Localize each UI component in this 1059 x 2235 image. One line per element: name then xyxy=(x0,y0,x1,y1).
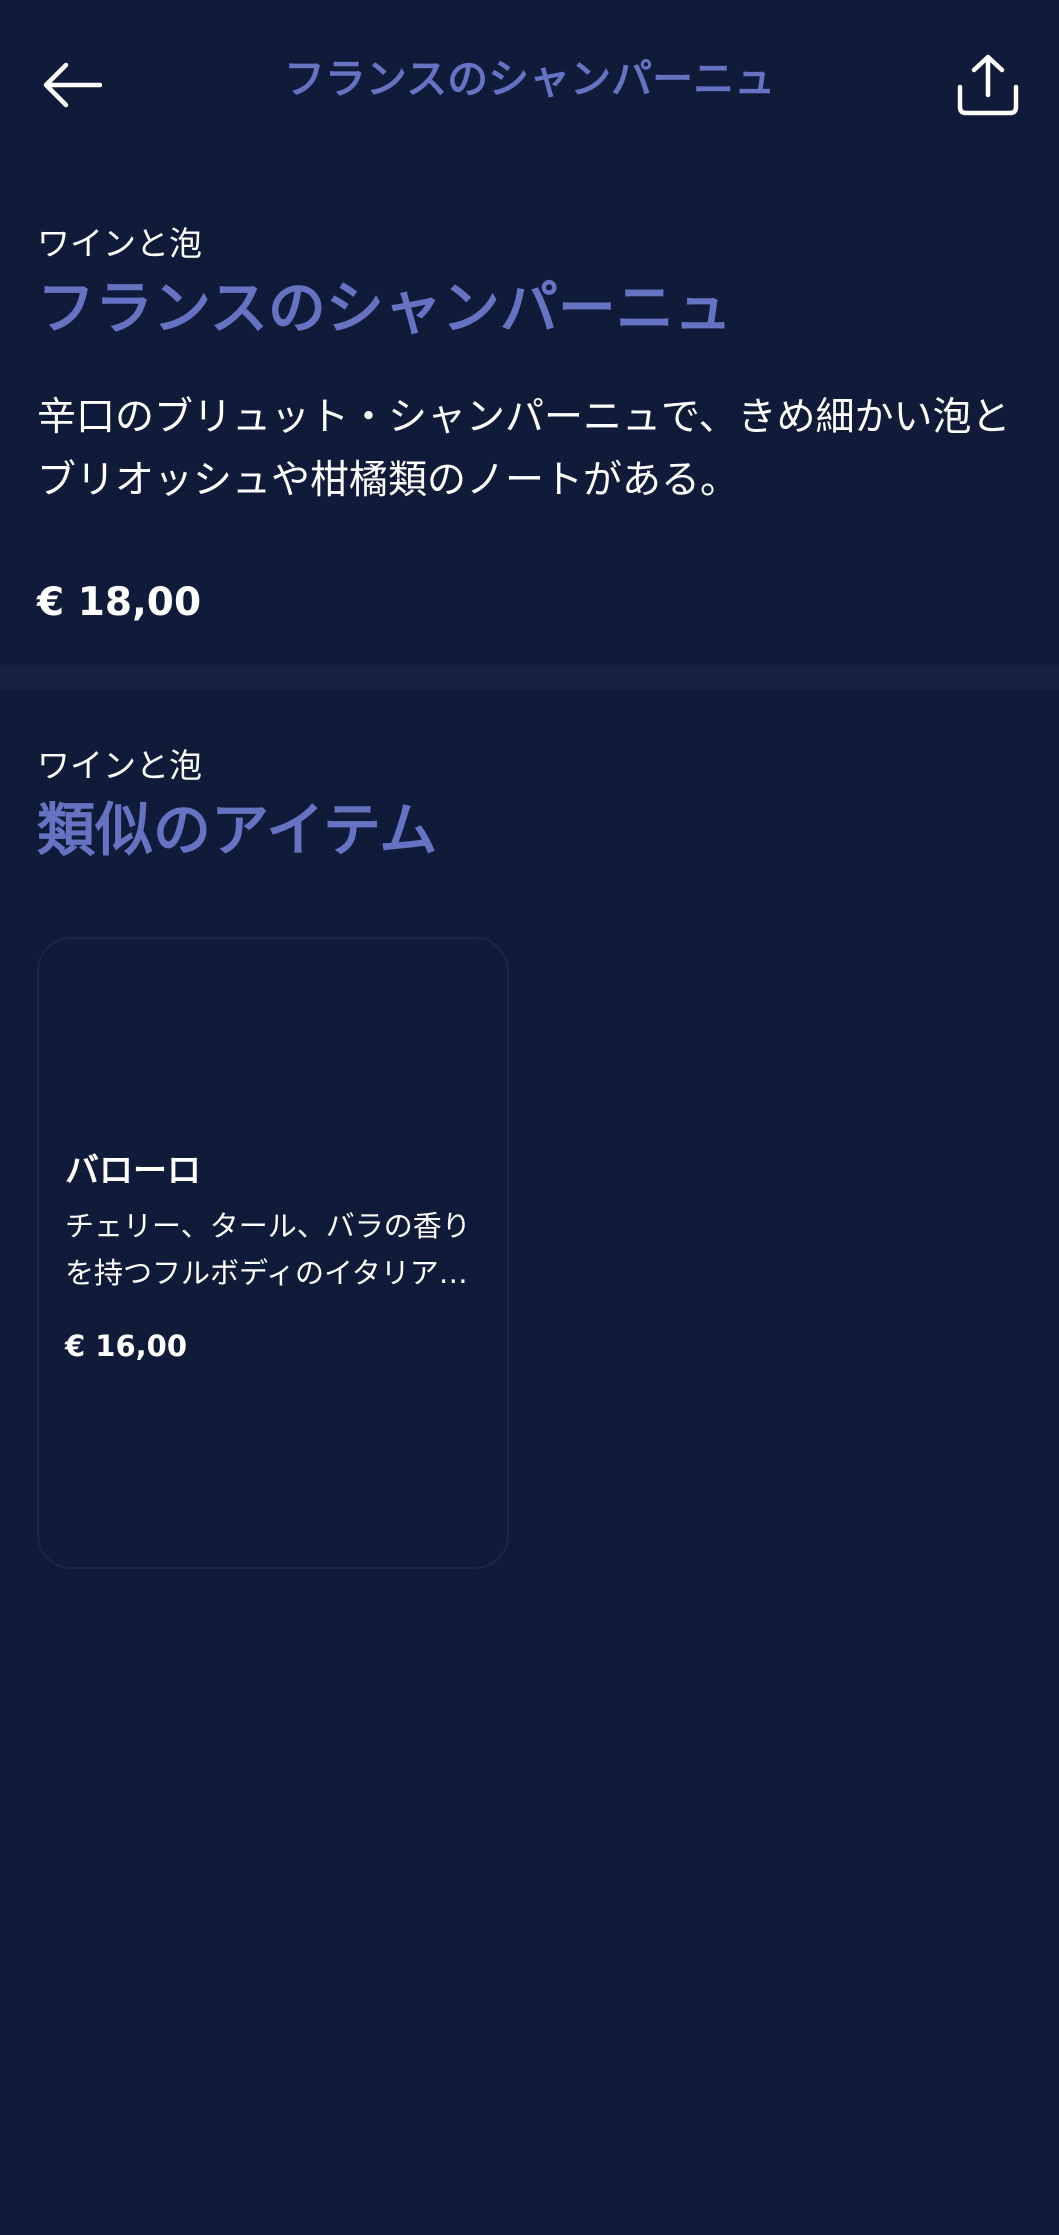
similar-category: ワインと泡 xyxy=(37,746,202,785)
product-title: フランスのシャンパーニュ xyxy=(37,274,732,342)
product-price: € 18,00 xyxy=(37,580,202,625)
nav-title: フランスのシャンパーニュ xyxy=(283,55,776,103)
share-button[interactable] xyxy=(948,45,1028,125)
top-navigation-bar: フランスのシャンパーニュ xyxy=(0,0,1059,165)
card-title: バローロ xyxy=(65,1151,201,1191)
similar-items-header: ワインと泡 類似のアイテム xyxy=(37,742,1022,870)
card-price: € 16,00 xyxy=(65,1329,188,1363)
section-divider xyxy=(0,665,1059,690)
similar-heading: 類似のアイテム xyxy=(37,796,438,864)
product-description: 辛口のブリュット・シャンパーニュで、きめ細かい泡とブリオッシュや柑橘類のノートが… xyxy=(37,395,1011,503)
share-icon xyxy=(957,54,1019,116)
similar-item-card[interactable]: バローロ チェリー、タール、バラの香りを持つフルボディのイタリア… € 16,0… xyxy=(37,937,509,1569)
product-category: ワインと泡 xyxy=(37,224,202,263)
arrow-left-icon xyxy=(43,62,102,108)
card-content: バローロ チェリー、タール、バラの香りを持つフルボディのイタリア… € 16,0… xyxy=(65,1147,490,1366)
back-button[interactable] xyxy=(37,50,107,120)
card-description: チェリー、タール、バラの香りを持つフルボディのイタリア… xyxy=(65,1209,471,1290)
product-details: ワインと泡 フランスのシャンパーニュ 辛口のブリュット・シャンパーニュで、きめ細… xyxy=(37,220,1022,629)
